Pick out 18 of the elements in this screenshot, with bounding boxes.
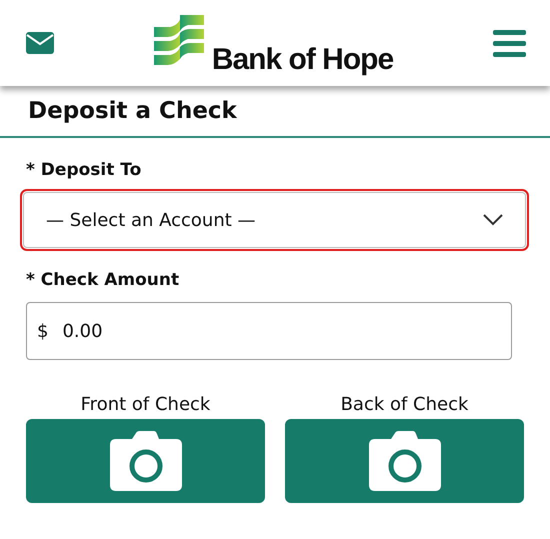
amount-value: 0.00 <box>62 320 103 342</box>
chevron-down-icon <box>483 214 503 226</box>
camera-icon <box>110 431 182 491</box>
field-label: * Deposit To <box>26 160 142 180</box>
field-label: * Check Amount <box>26 270 180 290</box>
account-select[interactable]: — Select an Account — <box>23 192 526 248</box>
camera-button[interactable] <box>26 419 265 503</box>
capture-label: Back of Check <box>340 394 468 415</box>
mail-icon[interactable] <box>26 32 54 54</box>
camera-button[interactable] <box>285 419 524 503</box>
page-title: Deposit a Check <box>0 86 550 138</box>
menu-icon[interactable] <box>492 30 526 56</box>
brand-name: Bank of Hope <box>212 43 394 77</box>
select-value: — Select an Account — <box>46 210 256 230</box>
currency-prefix: $ <box>37 320 48 342</box>
camera-icon <box>368 431 440 491</box>
capture-label: Front of Check <box>80 394 210 415</box>
amount-field[interactable]: $ 0.00 <box>26 302 512 360</box>
